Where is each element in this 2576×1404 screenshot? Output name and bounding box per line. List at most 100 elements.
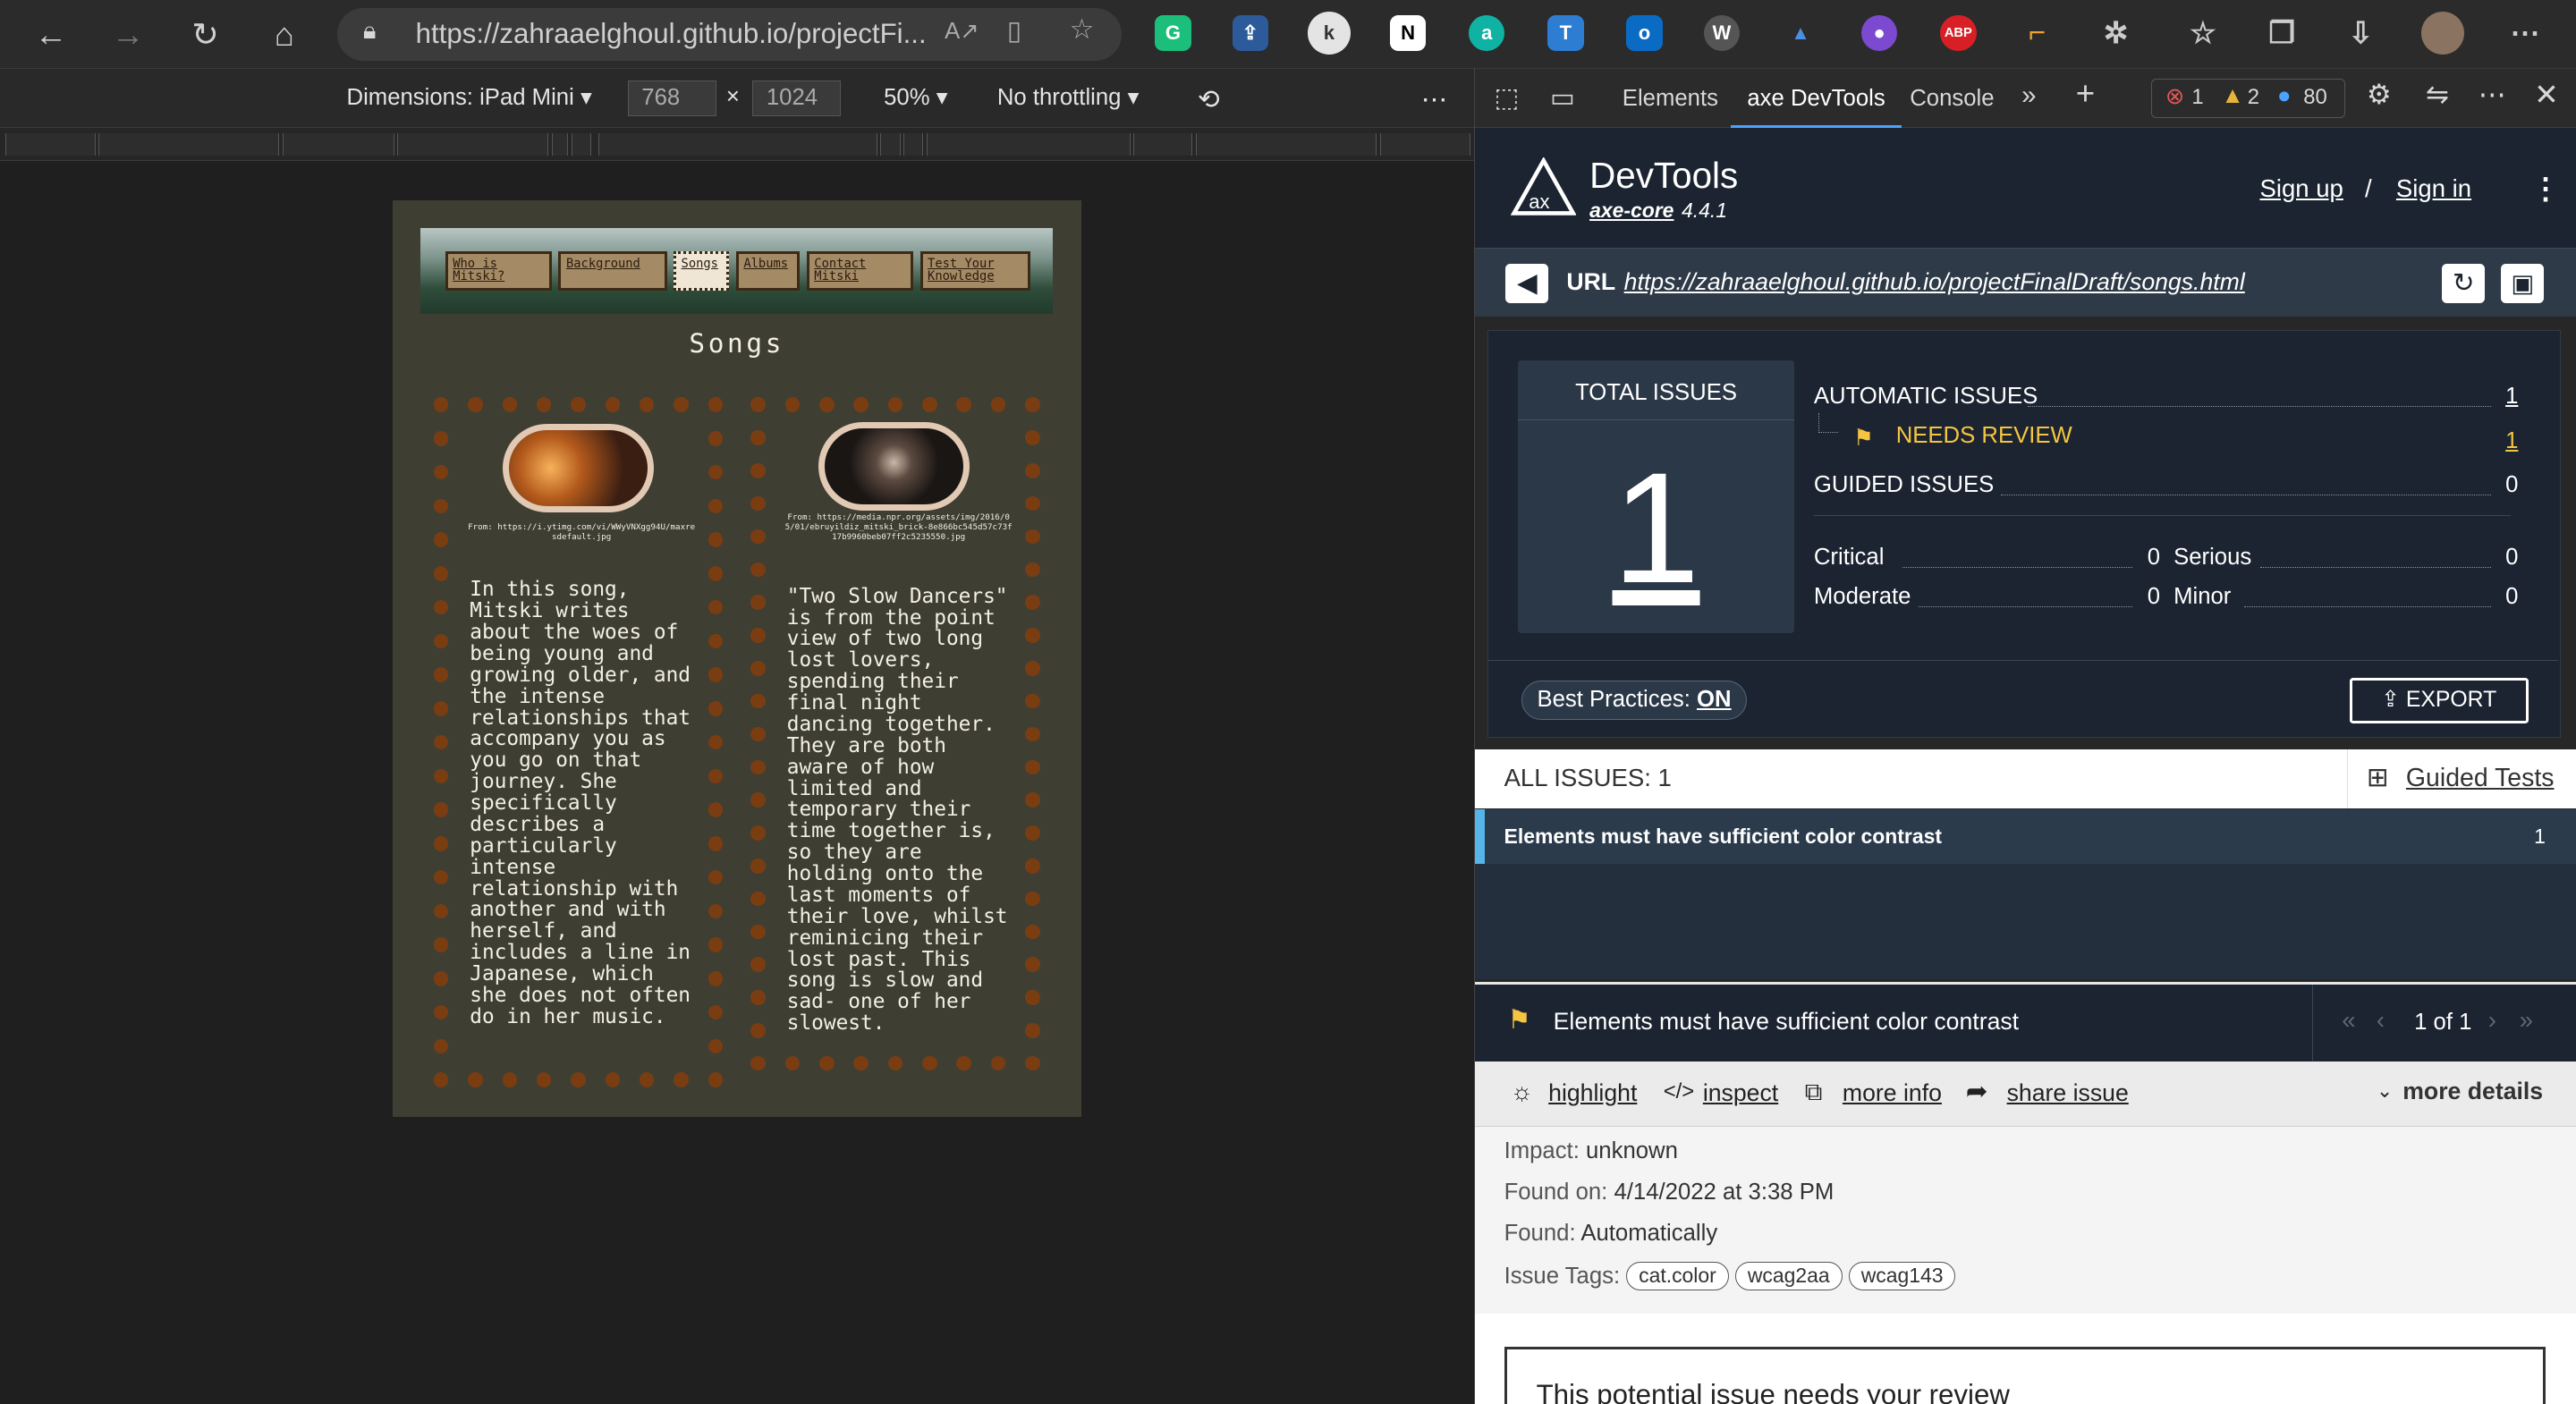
settings-gear-icon[interactable]: ⚙	[2367, 79, 2392, 111]
nav-test-your-knowledge[interactable]: Test Your Knowledge	[919, 250, 1030, 292]
share-issue-link[interactable]: share issue	[2007, 1079, 2129, 1107]
prev-page-icon[interactable]: ‹	[2377, 1006, 2385, 1035]
height-input[interactable]: 1024	[752, 80, 842, 117]
sign-up-link[interactable]: Sign up	[2259, 174, 2343, 203]
last-page-icon[interactable]: »	[2520, 1006, 2533, 1035]
nav-background[interactable]: Background	[558, 250, 667, 292]
ruler-segment[interactable]	[282, 132, 394, 156]
extension-icon[interactable]: W	[1703, 14, 1741, 51]
refresh-icon[interactable]: ↻	[181, 10, 230, 59]
home-icon[interactable]: ⌂	[259, 10, 309, 59]
extension-icon[interactable]: ⇪	[1232, 14, 1268, 51]
read-aloud-icon[interactable]: A↗	[945, 18, 979, 45]
guided-tests-link[interactable]: Guided Tests	[2406, 764, 2555, 793]
back-arrow-icon[interactable]: ◀	[1505, 263, 1549, 303]
remote-devices-icon[interactable]: ⇋	[2426, 79, 2449, 111]
forward-icon[interactable]: →	[104, 10, 153, 59]
more-menu-icon[interactable]: ⋯	[2507, 15, 2543, 51]
issue-tag: cat.color	[1626, 1261, 1729, 1291]
adblock-icon[interactable]: ABP	[1940, 14, 1977, 51]
next-page-icon[interactable]: ›	[2488, 1006, 2496, 1035]
extension-icon[interactable]: ●	[1860, 14, 1898, 51]
downloads-icon[interactable]: ⇩	[2343, 15, 2378, 51]
collections-icon[interactable]: ❐	[2264, 15, 2300, 51]
notion-icon[interactable]: N	[1389, 14, 1427, 51]
tab-axe-devtools[interactable]: axe DevTools	[1731, 69, 1902, 129]
tab-elements[interactable]: Elements	[1606, 69, 1734, 128]
favorite-add-icon[interactable]: ☆	[1070, 13, 1095, 46]
amazon-icon[interactable]: a	[1469, 14, 1505, 51]
song-image	[818, 422, 970, 512]
more-options-icon[interactable]: ⋯	[1421, 84, 1447, 115]
nav-contact-mitski[interactable]: Contact Mitski	[806, 250, 914, 292]
more-details-toggle[interactable]: more details	[2402, 1078, 2543, 1105]
sign-in-link[interactable]: Sign in	[2396, 174, 2471, 203]
ruler-segment[interactable]	[1196, 132, 1377, 156]
highlight-link[interactable]: highlight	[1548, 1079, 1637, 1107]
extension-icon[interactable]: ⌐	[2019, 15, 2055, 51]
ruler-segment[interactable]	[926, 132, 1131, 156]
automatic-issues-count[interactable]: 1	[2505, 384, 2518, 410]
ruler-segment[interactable]	[903, 132, 924, 156]
issue-counters[interactable]: ⊗ 1 ▲ 2 ● 80	[2151, 79, 2345, 119]
export-button[interactable]: ⇪ EXPORT	[2349, 677, 2529, 724]
ruler-segment[interactable]	[98, 132, 280, 156]
ruler-segment[interactable]	[1379, 132, 1470, 156]
rotate-icon[interactable]: ⟲	[1198, 84, 1220, 115]
inspect-link[interactable]: inspect	[1703, 1079, 1778, 1107]
song-description: "Two Slow Dancers" is from the point vie…	[786, 584, 1008, 1036]
close-devtools-icon[interactable]: ✕	[2534, 77, 2559, 113]
axe-core-link[interactable]: axe-core	[1589, 199, 1674, 223]
border-dot	[605, 397, 621, 412]
rescan-icon[interactable]: ↻	[2442, 263, 2486, 303]
inspect-element-icon[interactable]: ⬚	[1495, 82, 1520, 114]
border-dot	[990, 397, 1006, 412]
first-page-icon[interactable]: «	[2342, 1006, 2355, 1035]
width-input[interactable]: 768	[627, 80, 716, 117]
scanned-url[interactable]: https://zahraaelghoul.github.io/projectF…	[1624, 268, 2245, 296]
devtools-menu-icon[interactable]: ⋯	[2479, 79, 2506, 111]
total-issues-count[interactable]: 1	[1518, 445, 1794, 611]
ruler-segment[interactable]	[397, 132, 549, 156]
add-tab-icon[interactable]: +	[2076, 75, 2095, 113]
nav-songs[interactable]: Songs	[674, 250, 730, 292]
outlook-icon[interactable]: o	[1626, 14, 1663, 51]
ruler-segment[interactable]	[572, 132, 592, 156]
ruler-segment[interactable]	[597, 132, 877, 156]
favorites-icon[interactable]: ☆	[2185, 15, 2221, 51]
axe-menu-icon[interactable]: ⋮	[2531, 171, 2561, 207]
extension-icon[interactable]: T	[1547, 14, 1584, 51]
reader-view-icon[interactable]: ▯	[1007, 15, 1021, 47]
axe-icon[interactable]: ▲	[1783, 15, 1818, 51]
ruler-segment[interactable]	[4, 132, 96, 156]
profile-avatar[interactable]	[2421, 11, 2465, 55]
more-tabs-icon[interactable]: »	[2021, 80, 2036, 111]
ruler-segment[interactable]	[1133, 132, 1193, 156]
back-icon[interactable]: ←	[26, 10, 75, 59]
devtools-panel: ⬚ ▭ Elements axe DevTools Console » + ⊗ …	[1473, 69, 2576, 1404]
extension-icon[interactable]: k	[1308, 11, 1351, 55]
grammarly-icon[interactable]: G	[1155, 14, 1191, 51]
border-dot	[1025, 495, 1040, 512]
needs-review-count[interactable]: 1	[2505, 428, 2518, 454]
nav-albums[interactable]: Albums	[735, 250, 801, 292]
tab-console[interactable]: Console	[1894, 69, 2011, 128]
issue-list-item[interactable]: Elements must have sufficient color cont…	[1474, 809, 2576, 865]
device-toggle-icon[interactable]: ▭	[1550, 82, 1575, 114]
throttle-select[interactable]: No throttling ▾	[997, 84, 1140, 111]
zoom-select[interactable]: 50% ▾	[884, 84, 948, 111]
ruler-segment[interactable]	[552, 132, 569, 156]
border-dot	[750, 990, 766, 1005]
border-dot	[1025, 759, 1040, 775]
border-dot	[536, 397, 552, 412]
extensions-icon[interactable]: ✲	[2097, 15, 2133, 51]
nav-who-is-mitski[interactable]: Who is Mitski?	[445, 250, 553, 292]
address-bar[interactable]: 🔒︎ https://zahraaelghoul.github.io/proje…	[336, 8, 1123, 61]
best-practices-toggle[interactable]: Best Practices: ON	[1521, 681, 1748, 721]
save-icon[interactable]: ▣	[2501, 263, 2545, 303]
ruler-segment[interactable]	[880, 132, 901, 156]
device-select[interactable]: Dimensions: iPad Mini ▾	[347, 84, 592, 111]
screen: { "browser": { "url": "https://zahraaelg…	[0, 0, 2576, 1404]
more-info-link[interactable]: more info	[1843, 1079, 1942, 1107]
border-dot	[708, 566, 724, 581]
